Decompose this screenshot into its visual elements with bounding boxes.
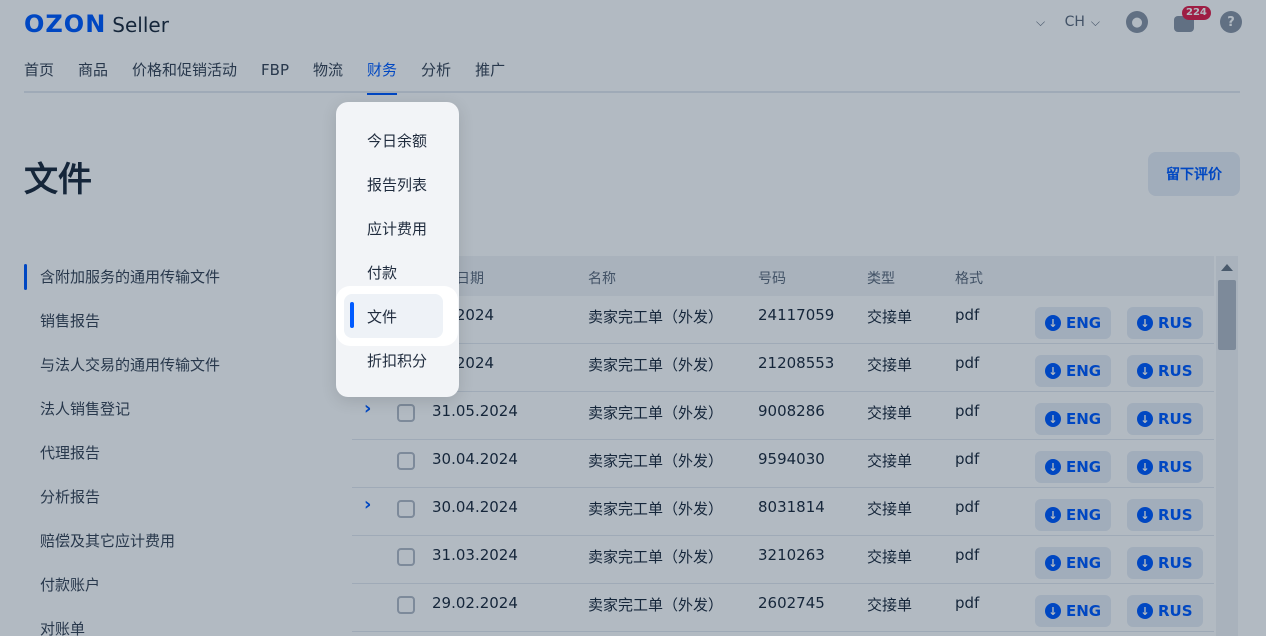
dropdown-item-payments[interactable]: 付款 (367, 262, 397, 283)
dropdown-item-today-balance[interactable]: 今日余额 (367, 130, 427, 151)
dropdown-item-report-list[interactable]: 报告列表 (367, 174, 427, 195)
dropdown-item-accruals[interactable]: 应计费用 (367, 218, 427, 239)
dropdown-item-discount-points[interactable]: 折扣积分 (367, 350, 427, 371)
finance-dropdown-menu: 今日余额 报告列表 应计费用 付款 折扣积分 (336, 102, 459, 397)
page: OZON Seller ⌵ CH ⌵ ● 224 ? 首页 商品 价格和促销活动… (0, 0, 1266, 636)
dropdown-item-documents-highlight[interactable]: 文件 (336, 286, 458, 346)
dropdown-item-documents[interactable]: 文件 (367, 306, 397, 327)
dim-overlay (0, 0, 1266, 636)
active-indicator (350, 302, 354, 328)
